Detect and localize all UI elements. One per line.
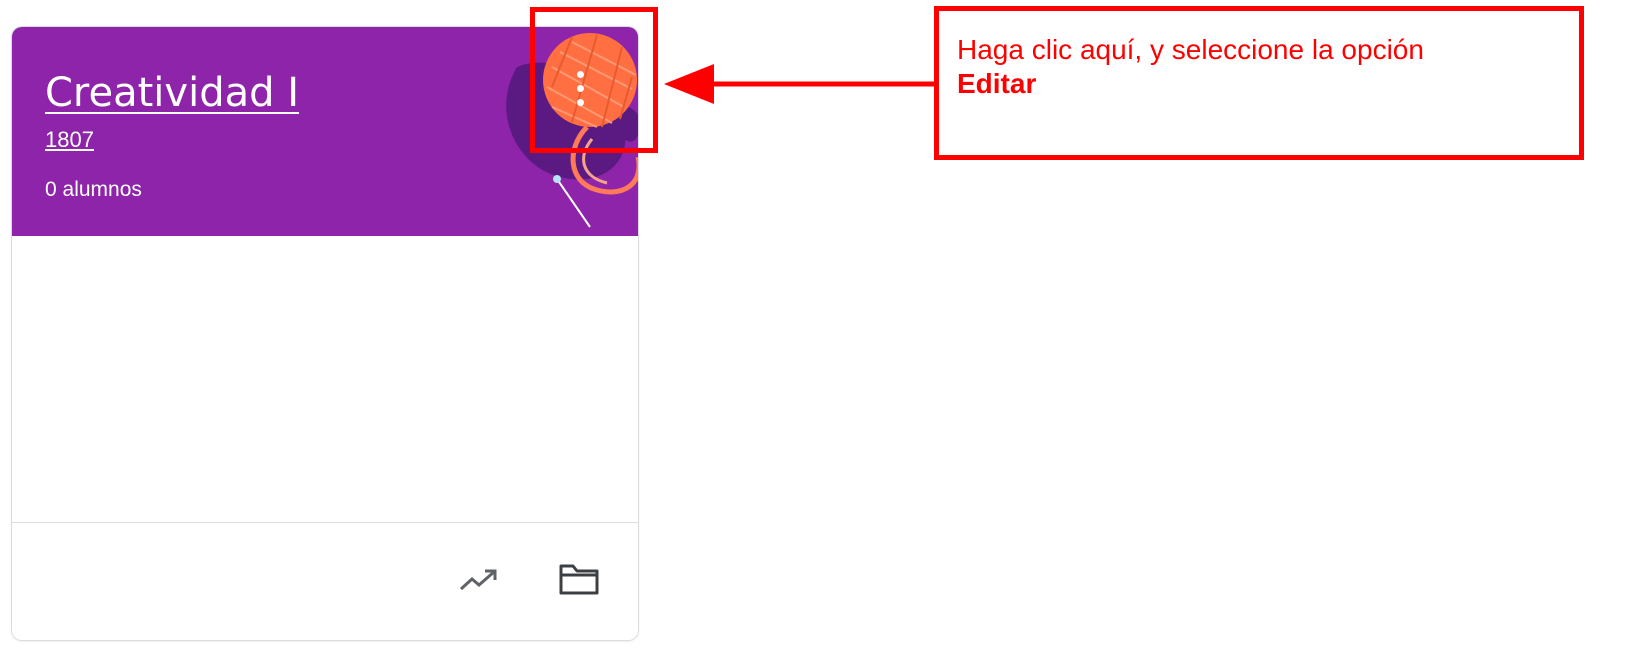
trending-up-icon[interactable]	[458, 565, 500, 595]
folder-icon[interactable]	[557, 561, 601, 597]
class-card-body[interactable]	[12, 236, 638, 522]
student-count: 0 alumnos	[45, 178, 142, 201]
arrow-pointer	[664, 64, 940, 104]
callout-bold-text: Editar	[957, 68, 1037, 99]
callout-text: Haga clic aquí, y seleccione la opción	[957, 34, 1424, 65]
class-card-footer	[12, 523, 638, 640]
highlight-box	[530, 7, 658, 153]
instruction-callout: Haga clic aquí, y seleccione la opción E…	[934, 6, 1584, 160]
class-title-link[interactable]: Creatividad I	[45, 65, 299, 121]
class-section-link[interactable]: 1807	[45, 125, 94, 155]
